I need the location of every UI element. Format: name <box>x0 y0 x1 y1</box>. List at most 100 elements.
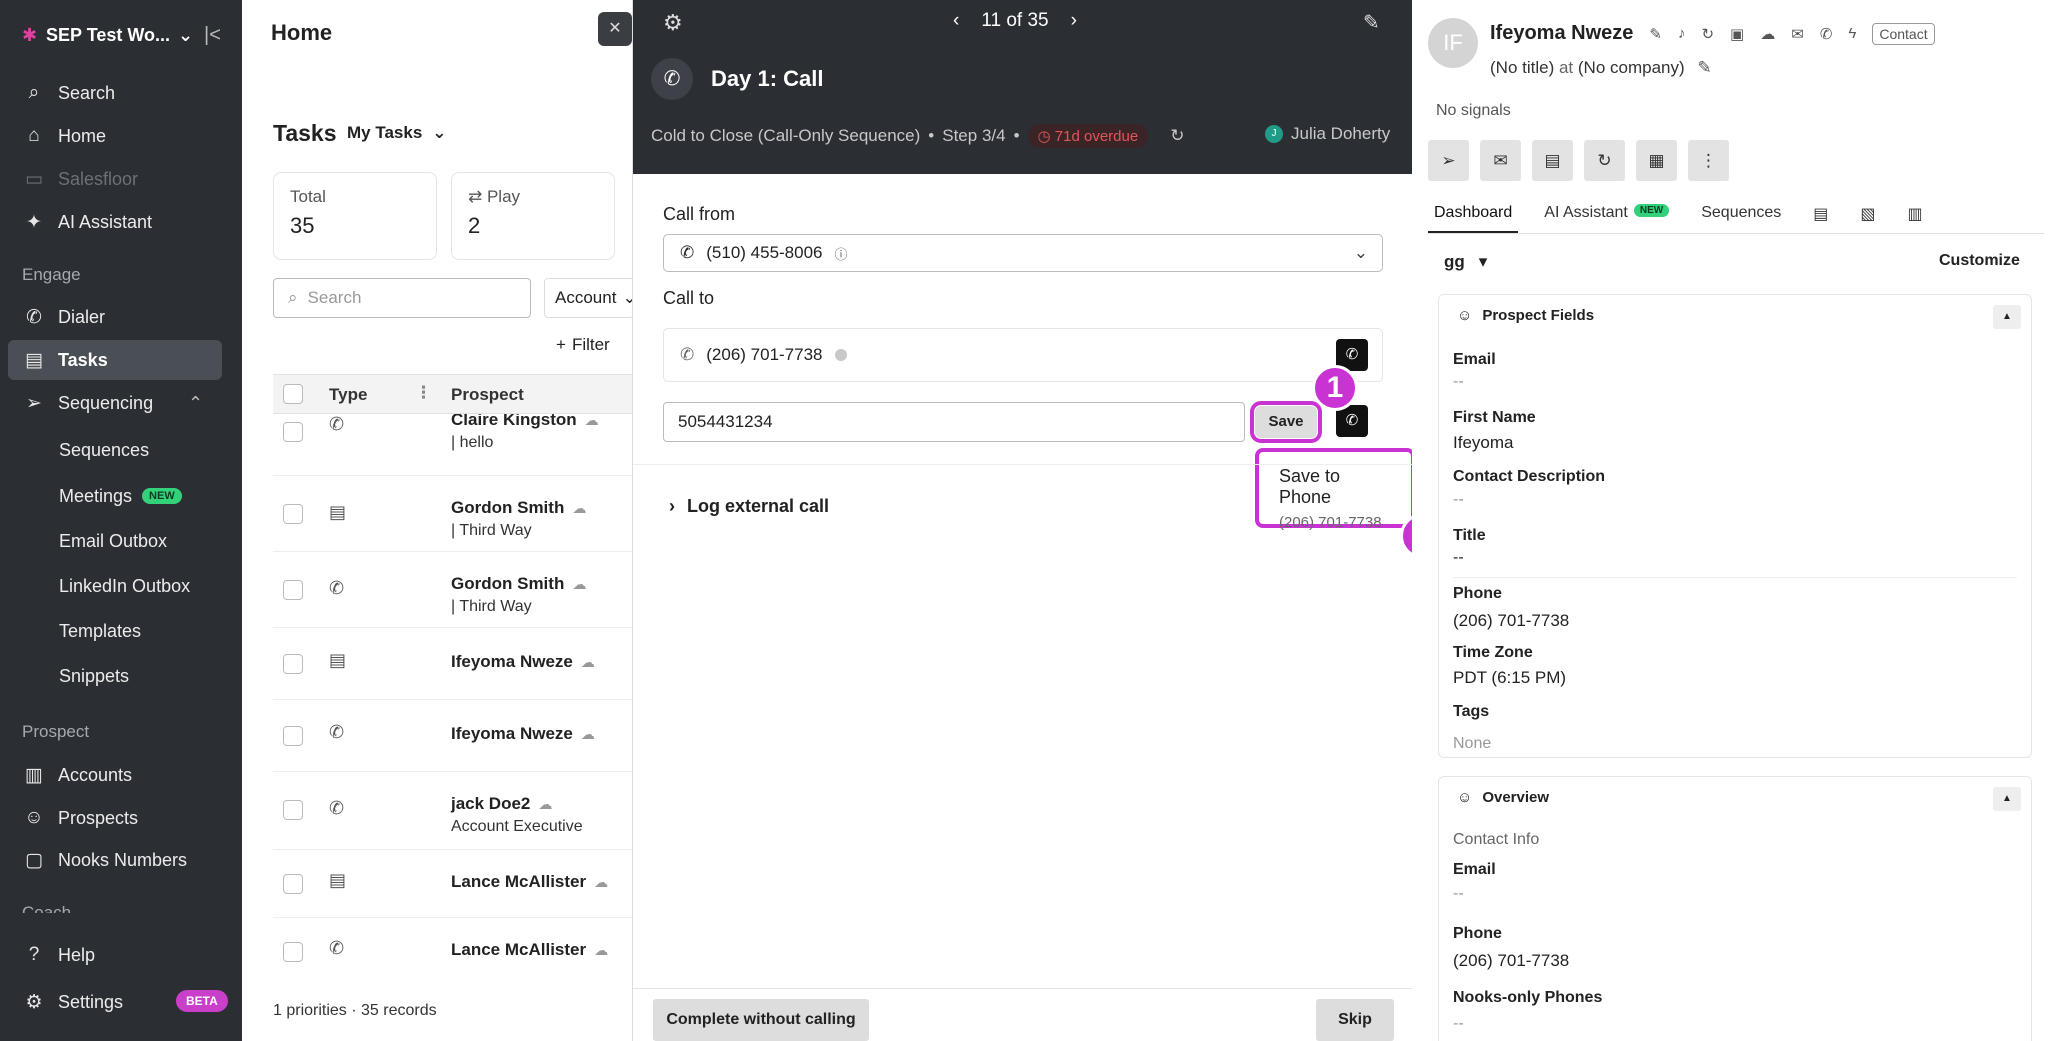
history-icon[interactable]: ↻ <box>1584 140 1625 181</box>
sidebar-sub-sequences[interactable]: Sequences <box>59 435 149 465</box>
sidebar-item-label: Email Outbox <box>59 530 168 551</box>
sidebar-sub-meetings[interactable]: Meetings NEW <box>59 481 182 511</box>
field-value[interactable]: (206) 701-7738 <box>1453 611 1569 631</box>
sidebar-sub-snippets[interactable]: Snippets <box>59 661 129 691</box>
row-checkbox[interactable] <box>283 654 303 674</box>
table-row[interactable]: ✆ jack Doe2 ☁ Account Executive <box>273 772 632 850</box>
tab-tasks-icon[interactable]: ▤ <box>1807 198 1834 233</box>
mail-icon[interactable]: ✉ <box>1791 25 1804 43</box>
table-row[interactable]: ✆ Ifeyoma Nweze ☁ <box>273 700 632 772</box>
field-value[interactable]: -- <box>1453 885 1464 903</box>
new-badge: NEW <box>142 488 182 504</box>
row-checkbox[interactable] <box>283 800 303 820</box>
save-to-phone-tooltip[interactable]: Save to Phone (206) 701-7738 <box>1255 448 1415 531</box>
sidebar-item-home[interactable]: ⌂ Home <box>8 116 222 156</box>
table-row[interactable]: ▤ Ifeyoma Nweze ☁ <box>273 628 632 700</box>
row-checkbox[interactable] <box>283 942 303 962</box>
tab-ai-assistant[interactable]: AI Assistant NEW <box>1538 198 1675 233</box>
workspace-switcher[interactable]: ✱ SEP Test Wo... ⌄ <box>22 20 193 50</box>
sidebar-item-sequencing[interactable]: ➢ Sequencing ⌃ <box>8 383 222 423</box>
column-menu-icon[interactable]: ⋮ <box>415 383 432 403</box>
row-checkbox[interactable] <box>283 874 303 894</box>
select-all-checkbox[interactable] <box>283 384 303 404</box>
calendar-icon[interactable]: ▦ <box>1636 140 1677 181</box>
sidebar-item-dialer[interactable]: ✆ Dialer <box>8 297 222 337</box>
customize-button[interactable]: Customize <box>1939 252 2020 270</box>
sidebar-sub-linkedin-outbox[interactable]: LinkedIn Outbox <box>59 571 190 601</box>
table-row[interactable]: ✆ Claire Kingston ☁ | hello <box>273 414 632 476</box>
table-row[interactable]: ✆ Gordon Smith ☁ | Third Way <box>273 552 632 628</box>
sidebar-item-accounts[interactable]: ▥ Accounts <box>8 755 222 795</box>
sidebar-sub-templates[interactable]: Templates <box>59 616 141 646</box>
reschedule-icon[interactable]: ↻ <box>1170 126 1184 146</box>
skip-button[interactable]: Skip <box>1316 999 1394 1041</box>
sidebar-item-nooks-numbers[interactable]: ▢ Nooks Numbers <box>8 840 222 880</box>
mail-icon[interactable]: ✉ <box>1480 140 1521 181</box>
field-value[interactable]: -- <box>1453 1015 1464 1033</box>
table-row[interactable]: ✆ Lance McAllister ☁ <box>273 918 632 972</box>
field-label: Title <box>1453 527 1486 544</box>
field-value[interactable]: -- <box>1453 549 1464 567</box>
log-external-call-toggle[interactable]: › Log external call <box>669 496 829 517</box>
salesforce-icon[interactable]: ☁ <box>1760 25 1775 43</box>
gear-icon[interactable]: ⚙ <box>663 10 683 36</box>
task-search-input[interactable]: ⌕ Search <box>273 278 531 318</box>
task-icon[interactable]: ▤ <box>1532 140 1573 181</box>
table-row[interactable]: ▤ Gordon Smith ☁ | Third Way <box>273 476 632 552</box>
collapse-sidebar-icon[interactable]: |< <box>204 24 221 47</box>
field-value[interactable]: -- <box>1453 373 1464 391</box>
field-value[interactable]: Ifeyoma <box>1453 433 1513 453</box>
table-row[interactable]: ▤ Lance McAllister ☁ <box>273 850 632 918</box>
edit-icon[interactable]: ✎ <box>1649 25 1662 43</box>
row-checkbox[interactable] <box>283 504 303 524</box>
field-value[interactable]: None <box>1453 735 1491 753</box>
phone-number-input[interactable] <box>663 402 1245 442</box>
table-header: Type ⋮ Prospect <box>273 374 632 414</box>
separator-dot: • <box>1013 126 1020 145</box>
field-value[interactable]: -- <box>1453 491 1464 509</box>
row-checkbox[interactable] <box>283 726 303 746</box>
sidebar-item-search[interactable]: ⌕ Search <box>8 73 222 113</box>
row-checkbox[interactable] <box>283 580 303 600</box>
row-checkbox[interactable] <box>283 422 303 442</box>
stat-total[interactable]: Total 35 <box>273 172 437 260</box>
overview-card: ☺ Overview ▲ Contact Info Email -- Phone … <box>1438 776 2032 1041</box>
collapse-icon[interactable]: ▲ <box>1993 305 2021 329</box>
sync-icon[interactable]: ↻ <box>1701 25 1714 43</box>
sequence-name[interactable]: Cold to Close (Call-Only Sequence) <box>651 126 920 146</box>
column-type[interactable]: Type <box>329 385 367 405</box>
sidebar-item-prospects[interactable]: ☺ Prospects <box>8 798 222 838</box>
sidebar-item-tasks[interactable]: ▤ Tasks <box>8 340 222 380</box>
edit-icon[interactable]: ✎ <box>1697 58 1711 77</box>
complete-without-calling-button[interactable]: Complete without calling <box>653 999 869 1041</box>
close-panel-button[interactable]: ✕ <box>598 12 632 46</box>
sidebar-item-salesfloor[interactable]: ▭ Salesfloor <box>8 159 222 199</box>
account-dropdown[interactable]: Account ⌄ <box>544 278 634 318</box>
tab-notes-icon[interactable]: ▧ <box>1854 198 1881 233</box>
prev-task-icon[interactable]: ‹ <box>953 10 959 32</box>
linkedin-icon[interactable]: ▣ <box>1730 25 1744 43</box>
sidebar-item-help[interactable]: ? Help <box>8 935 222 975</box>
edit-icon[interactable]: ✎ <box>1363 10 1380 35</box>
more-icon[interactable]: ⋮ <box>1688 140 1729 181</box>
tab-company-icon[interactable]: ▥ <box>1902 198 1929 233</box>
column-prospect[interactable]: Prospect <box>451 385 524 405</box>
bolt-icon[interactable]: ϟ <box>1848 25 1856 42</box>
sidebar-item-ai-assistant[interactable]: ✦ AI Assistant <box>8 202 222 242</box>
stat-play[interactable]: ⇄ Play 2 <box>451 172 615 260</box>
tab-sequences[interactable]: Sequences <box>1695 198 1787 233</box>
sidebar-sub-email-outbox[interactable]: Email Outbox <box>59 526 167 556</box>
speaker-icon[interactable]: ♪ <box>1678 25 1686 42</box>
send-icon[interactable]: ➢ <box>1428 140 1469 181</box>
tab-dashboard[interactable]: Dashboard <box>1428 198 1519 233</box>
chevron-down-icon: ⌄ <box>1353 243 1368 262</box>
view-dropdown[interactable]: gg ▾ <box>1444 252 1487 272</box>
phone-icon[interactable]: ✆ <box>1820 25 1833 43</box>
collapse-icon[interactable]: ▲ <box>1993 787 2021 811</box>
next-task-icon[interactable]: › <box>1071 10 1077 32</box>
call-from-select[interactable]: ✆ (510) 455-8006 ⓘ ⌄ <box>663 234 1383 272</box>
field-value[interactable]: (206) 701-7738 <box>1453 951 1569 971</box>
save-button[interactable]: Save <box>1250 401 1322 443</box>
filter-button[interactable]: + Filter <box>556 330 610 360</box>
my-tasks-dropdown[interactable]: My Tasks ⌄ <box>347 123 447 143</box>
